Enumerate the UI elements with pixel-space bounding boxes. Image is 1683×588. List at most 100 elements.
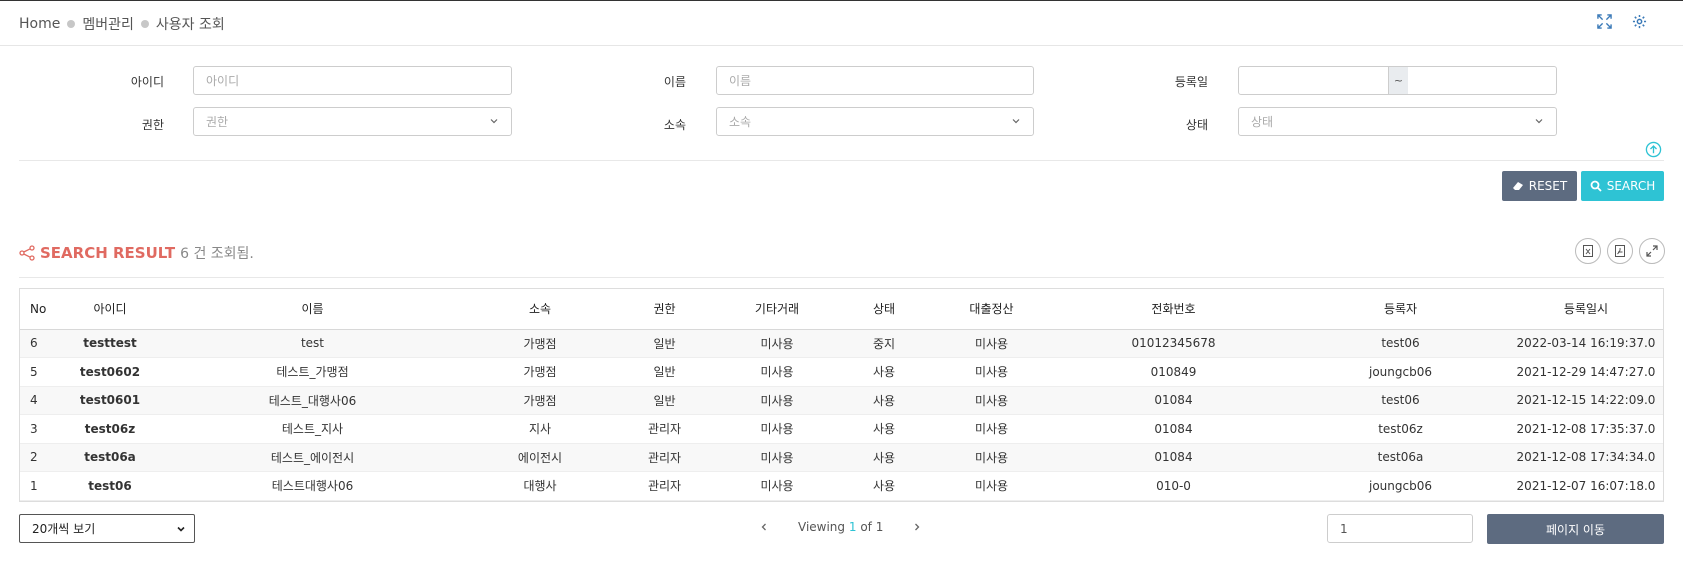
table-row[interactable]: 1 test06 테스트대행사06 대행사 관리자 미사용 사용 미사용 010…	[20, 472, 1663, 500]
cell-affiliation: 가맹점	[523, 393, 557, 408]
expand-icon	[1646, 245, 1658, 257]
cell-no: 3	[30, 421, 38, 436]
cell-reg-date: 2021-12-15 14:22:09.0	[1516, 393, 1656, 408]
page-size-select[interactable]: 20개씩 보기	[19, 514, 195, 543]
top-icons	[1597, 14, 1647, 32]
table-row[interactable]: 2 test06a 테스트_에이전시 에이전시 관리자 미사용 사용 미사용 0…	[20, 443, 1663, 472]
cell-registrant: test06	[1381, 336, 1420, 351]
excel-icon	[1583, 245, 1593, 257]
cell-name: test	[300, 336, 325, 351]
cell-other-trade: 미사용	[760, 365, 794, 380]
breadcrumb-separator	[67, 20, 76, 28]
cell-registrant: test06a	[1377, 450, 1424, 465]
pagination: Viewing 1 of 1	[760, 520, 921, 534]
table-row[interactable]: 5 test0602 테스트_가맹점 가맹점 일반 미사용 사용 미사용 010…	[20, 358, 1663, 386]
table-row[interactable]: 4 test0601 테스트_대행사06 가맹점 일반 미사용 사용 미사용 0…	[20, 386, 1663, 415]
cell-phone: 010-0	[1156, 478, 1191, 493]
breadcrumb: Home 멤버관리 사용자 조회	[19, 14, 225, 34]
eraser-icon	[1512, 182, 1523, 190]
status-select[interactable]: 상태	[1238, 107, 1557, 136]
affiliation-select[interactable]: 소속	[716, 107, 1034, 136]
cell-registrant: test06z	[1378, 421, 1423, 436]
status-label: 상태	[1185, 118, 1208, 132]
cell-phone: 010849	[1150, 364, 1197, 379]
filter-divider	[19, 160, 1664, 161]
cell-reg-date: 2021-12-07 16:07:18.0	[1516, 478, 1656, 493]
cell-no: 2	[30, 450, 38, 465]
regdate-label: 등록일	[1174, 75, 1208, 89]
cell-role: 일반	[653, 365, 676, 380]
cell-phone: 01084	[1154, 393, 1193, 408]
column-header[interactable]: 권한	[615, 289, 714, 329]
column-header[interactable]: 대출정산	[928, 289, 1055, 329]
cell-id: testtest	[83, 336, 137, 351]
reset-button[interactable]: RESET	[1502, 171, 1577, 201]
page-number-input[interactable]: 1	[1327, 514, 1473, 543]
search-button[interactable]: SEARCH	[1581, 171, 1664, 201]
result-title: SEARCH RESULT	[40, 244, 176, 262]
cell-no: 4	[30, 393, 38, 408]
share-icon	[19, 245, 35, 261]
cell-role: 관리자	[647, 422, 682, 437]
gear-icon[interactable]	[1632, 14, 1647, 32]
breadcrumb-section[interactable]: 멤버관리	[82, 14, 134, 34]
cell-reg-date: 2021-12-08 17:34:34.0	[1516, 450, 1656, 465]
regdate-range: ~	[1238, 66, 1557, 95]
cell-name: 테스트_대행사06	[268, 393, 357, 408]
column-header[interactable]: 전화번호	[1055, 289, 1292, 329]
column-header[interactable]: 등록자	[1292, 289, 1509, 329]
pdf-download-button[interactable]	[1607, 238, 1633, 264]
excel-download-button[interactable]	[1575, 238, 1601, 264]
role-select-value: 권한	[206, 115, 229, 129]
next-page-icon[interactable]	[913, 522, 921, 532]
cell-loan-settlement: 미사용	[974, 479, 1009, 494]
prev-page-icon[interactable]	[760, 522, 768, 532]
arrow-up-circle-icon[interactable]	[1645, 141, 1662, 158]
column-header[interactable]: 아이디	[60, 289, 160, 329]
regdate-end-input[interactable]	[1408, 66, 1557, 95]
cell-loan-settlement: 미사용	[974, 393, 1009, 408]
column-header[interactable]: 이름	[160, 289, 465, 329]
column-header[interactable]: 소속	[465, 289, 615, 329]
cell-status: 사용	[872, 450, 896, 465]
cell-other-trade: 미사용	[760, 479, 794, 494]
id-input[interactable]: 아이디	[193, 66, 512, 95]
cell-status: 사용	[872, 422, 896, 437]
viewing-prefix: Viewing	[798, 520, 846, 534]
top-bar: Home 멤버관리 사용자 조회	[0, 0, 1683, 46]
viewing-suffix: of 1	[860, 520, 884, 534]
breadcrumb-page: 사용자 조회	[155, 17, 225, 33]
name-input[interactable]: 이름	[716, 66, 1034, 95]
regdate-start-input[interactable]	[1238, 66, 1389, 95]
go-to-page-button[interactable]: 페이지 이동	[1487, 514, 1664, 544]
cell-id: test06a	[84, 450, 136, 465]
column-header[interactable]: 등록일시	[1509, 289, 1663, 329]
cell-no: 6	[30, 336, 38, 351]
chevron-down-icon	[1535, 119, 1543, 124]
column-header[interactable]: 기타거래	[714, 289, 840, 329]
column-header[interactable]: 상태	[840, 289, 928, 329]
chevron-down-icon	[490, 119, 498, 124]
result-grid: No 아이디 이름 소속 권한 기타거래 상태 대출정산 전화번호 등록자 등록…	[19, 288, 1664, 502]
table-row[interactable]: 3 test06z 테스트_지사 지사 관리자 미사용 사용 미사용 01084…	[20, 415, 1663, 443]
cell-name: 테스트_에이전시	[270, 450, 355, 465]
cell-status: 사용	[872, 393, 896, 408]
expand-button[interactable]	[1639, 238, 1665, 264]
cell-id: test0601	[79, 393, 141, 408]
result-divider	[19, 277, 1664, 278]
cell-id: test06z	[84, 421, 136, 436]
result-tools	[1575, 238, 1665, 264]
cell-loan-settlement: 미사용	[974, 336, 1009, 351]
cell-role: 일반	[653, 336, 676, 351]
result-count: 6 건 조회됨.	[180, 246, 254, 262]
fullscreen-icon[interactable]	[1597, 14, 1612, 32]
table-row[interactable]: 6 testtest test 가맹점 일반 미사용 중지 미사용 010123…	[20, 329, 1663, 358]
breadcrumb-home[interactable]: Home	[19, 16, 60, 32]
role-select[interactable]: 권한	[193, 107, 512, 136]
search-button-label: SEARCH	[1606, 179, 1656, 193]
cell-id: test0602	[79, 364, 141, 379]
cell-name: 테스트_지사	[281, 422, 344, 437]
cell-no: 5	[30, 364, 38, 379]
cell-name: 테스트대행사06	[271, 479, 354, 494]
column-header[interactable]: No	[20, 289, 60, 329]
